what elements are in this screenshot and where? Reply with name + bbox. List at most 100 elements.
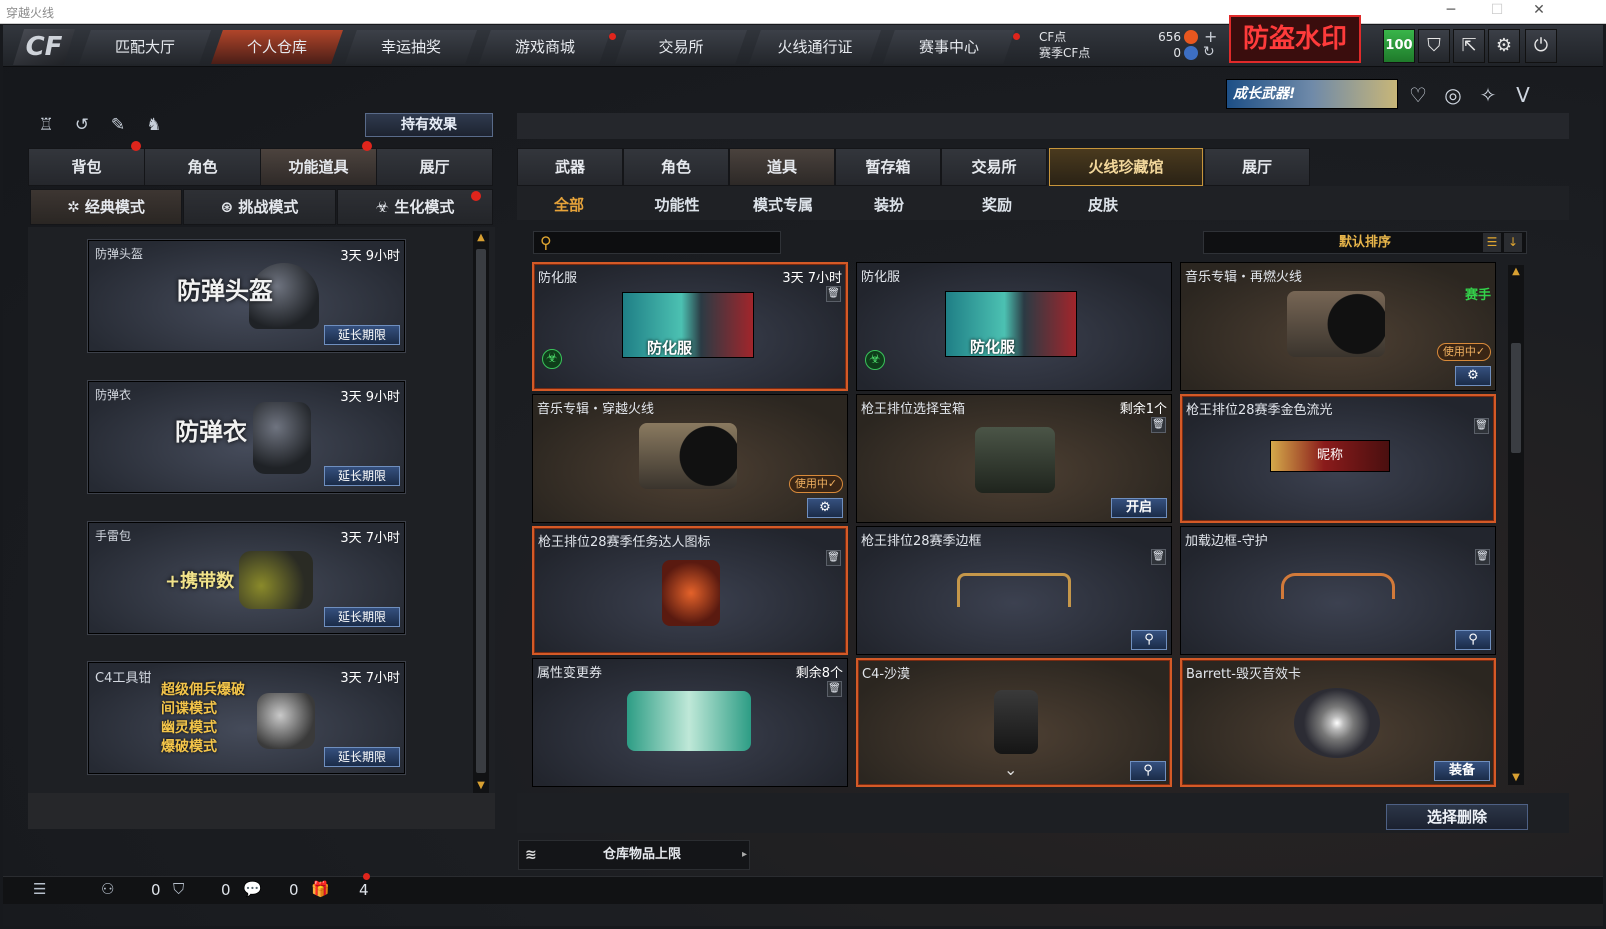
equip-button[interactable]: 装备 (1434, 761, 1490, 781)
level-badge[interactable]: 100 (1383, 29, 1415, 63)
item-card[interactable]: 防化服 防化服 ☣ (856, 262, 1172, 391)
item-card[interactable]: 加载边框-守护 🗑 ⚲ (1180, 526, 1496, 655)
extend-button[interactable]: 延长期限 (324, 747, 400, 767)
scroll-thumb[interactable] (476, 249, 486, 773)
list-item[interactable]: C4工具钳 3天 7小时 超级佣兵爆破 间谍模式 幽灵模式 爆破模式 延长期限 (88, 662, 405, 774)
scroll-up-icon[interactable]: ▲ (473, 231, 489, 245)
item-card[interactable]: 枪王排位28赛季边框 🗑 ⚲ (856, 526, 1172, 655)
exit-room-icon[interactable]: ⇱ (1453, 29, 1485, 63)
tab-storage[interactable]: 暂存箱 (835, 148, 941, 186)
item-card[interactable]: 防化服 3天 7小时 🗑 防化服 ☣ (532, 262, 848, 391)
item-card[interactable]: 属性变更券 剩余8个 🗑 (532, 658, 848, 787)
magnify-icon[interactable]: ⚲ (1131, 630, 1167, 650)
growth-weapon-banner[interactable]: 成长武器! (1226, 79, 1398, 109)
trash-icon[interactable]: 🗑 (1151, 549, 1166, 565)
magnify-icon[interactable]: ⚲ (1455, 630, 1491, 650)
tab-characters[interactable]: 角色 (623, 148, 729, 186)
badge-icon[interactable]: ♡ (1404, 81, 1432, 109)
scroll-down-icon[interactable]: ▼ (473, 779, 489, 793)
clan-shield-icon[interactable]: ⛉ (173, 880, 184, 898)
power-icon[interactable]: ⏻ (1525, 29, 1557, 63)
tab-items[interactable]: 道具 (729, 148, 835, 186)
nav-tab-pass[interactable]: 火线通行证 (749, 30, 881, 64)
tab-exchange[interactable]: 交易所 (941, 148, 1047, 186)
history-icon[interactable]: ↺ (69, 112, 95, 138)
minimize-button[interactable]: ─ (1434, 2, 1468, 18)
held-effect-button[interactable]: 持有效果 (365, 113, 493, 137)
item-card[interactable]: C4-沙漠 ⌄ ⚲ (856, 658, 1172, 787)
scroll-up-icon[interactable]: ▲ (1508, 265, 1524, 279)
brush-icon[interactable]: ✎ (105, 112, 131, 138)
chevron-right-icon[interactable]: ▸ (742, 841, 747, 869)
filter-reward[interactable]: 奖励 (945, 193, 1049, 217)
rank-icon[interactable]: ♖ (33, 112, 59, 138)
extend-button[interactable]: 延长期限 (324, 466, 400, 486)
filter-mode-exclusive[interactable]: 模式专属 (731, 193, 835, 217)
right-scrollbar[interactable]: ▲ ▼ (1508, 265, 1524, 785)
search-input[interactable]: ⚲ (533, 231, 781, 254)
capacity-bar[interactable]: ≋ 仓库物品上限 ▸ (518, 840, 750, 870)
gift-icon[interactable]: 🎁 (311, 880, 330, 898)
item-card[interactable]: 枪王排位28赛季任务达人图标 🗑 (532, 526, 848, 655)
filter-dress[interactable]: 装扮 (837, 193, 941, 217)
gear-icon[interactable]: ⚙ (807, 498, 843, 518)
nav-tab-warehouse[interactable]: 个人仓库 (211, 30, 343, 64)
vip-icon[interactable]: V (1509, 81, 1537, 109)
nav-tab-lobby[interactable]: 匹配大厅 (79, 30, 211, 64)
list-item[interactable]: 防弹衣 3天 9小时 防弹衣 延长期限 (88, 381, 405, 493)
trash-icon[interactable]: 🗑 (827, 681, 842, 697)
cf-logo[interactable]: CF (13, 29, 75, 65)
settings-icon[interactable]: ⚙ (1488, 29, 1520, 63)
mode-classic[interactable]: ✲ 经典模式 (30, 189, 182, 225)
item-card[interactable]: 音乐专辑・穿越火线 使用中✓ ⚙ (532, 394, 848, 523)
chevron-down-icon[interactable]: ⌄ (1004, 760, 1017, 779)
shield-icon[interactable]: ⛉ (1418, 29, 1450, 63)
trash-icon[interactable]: 🗑 (826, 550, 841, 566)
tab-function-items[interactable]: 功能道具 (260, 148, 377, 186)
open-button[interactable]: 开启 (1111, 498, 1167, 518)
item-card[interactable]: 枪王排位28赛季金色流光 🗑 昵称 (1180, 394, 1496, 523)
chat-icon[interactable]: 💬 (243, 880, 262, 898)
list-item[interactable]: 手雷包 3天 7小时 +携带数 延长期限 (88, 522, 405, 634)
item-card[interactable]: 音乐专辑・再燃火线 赛手 使用中✓ ⚙ (1180, 262, 1496, 391)
globe-icon[interactable]: ◎ (1439, 81, 1467, 109)
scroll-thumb[interactable] (1511, 343, 1521, 453)
tab-showroom-right[interactable]: 展厅 (1204, 148, 1310, 186)
close-button[interactable]: ✕ (1522, 2, 1556, 18)
extend-button[interactable]: 延长期限 (324, 325, 400, 345)
maximize-button[interactable]: ☐ (1480, 2, 1514, 18)
gear-icon[interactable]: ⚙ (1455, 366, 1491, 386)
left-scrollbar[interactable]: ▲ ▼ (473, 231, 489, 793)
item-card[interactable]: Barrett-毁灭音效卡 装备 (1180, 658, 1496, 787)
trash-icon[interactable]: 🗑 (826, 286, 841, 302)
mode-zombie[interactable]: ☣ 生化模式 (337, 189, 493, 225)
trash-icon[interactable]: 🗑 (1475, 549, 1490, 565)
nav-tab-exchange[interactable]: 交易所 (615, 30, 747, 64)
item-card[interactable]: 枪王排位选择宝箱 剩余1个 🗑 开启 (856, 394, 1172, 523)
trash-icon[interactable]: 🗑 (1151, 417, 1166, 433)
tab-bag[interactable]: 背包 (28, 148, 145, 186)
filter-skin[interactable]: 皮肤 (1051, 193, 1155, 217)
refresh-points-icon[interactable]: ↻ (1203, 44, 1215, 60)
compass-icon[interactable]: ✧ (1474, 81, 1502, 109)
nav-tab-shop[interactable]: 游戏商城 (479, 30, 611, 64)
menu-icon[interactable]: ☰ (33, 880, 46, 898)
filter-all[interactable]: 全部 (517, 193, 621, 217)
tab-showroom[interactable]: 展厅 (376, 148, 493, 186)
sort-icon[interactable]: ♞ (141, 112, 167, 138)
sort-dropdown[interactable]: 默认排序 (1203, 231, 1527, 254)
trash-icon[interactable]: 🗑 (1474, 418, 1489, 434)
nav-tab-lottery[interactable]: 幸运抽奖 (345, 30, 477, 64)
tab-weapons[interactable]: 武器 (517, 148, 623, 186)
friends-icon[interactable]: ⚇ (101, 880, 114, 898)
tab-character[interactable]: 角色 (144, 148, 261, 186)
filter-functional[interactable]: 功能性 (625, 193, 729, 217)
extend-button[interactable]: 延长期限 (324, 607, 400, 627)
mode-challenge[interactable]: ⊛ 挑战模式 (183, 189, 336, 225)
list-view-icon[interactable]: ☰ (1483, 233, 1501, 252)
nav-tab-events[interactable]: 赛事中心 (883, 30, 1015, 64)
scroll-down-icon[interactable]: ▼ (1508, 771, 1524, 785)
magnify-icon[interactable]: ⚲ (1130, 761, 1166, 781)
list-item[interactable]: 防弹头盔 3天 9小时 防弹头盔 延长期限 (88, 240, 405, 352)
select-delete-button[interactable]: 选择删除 (1386, 804, 1528, 830)
